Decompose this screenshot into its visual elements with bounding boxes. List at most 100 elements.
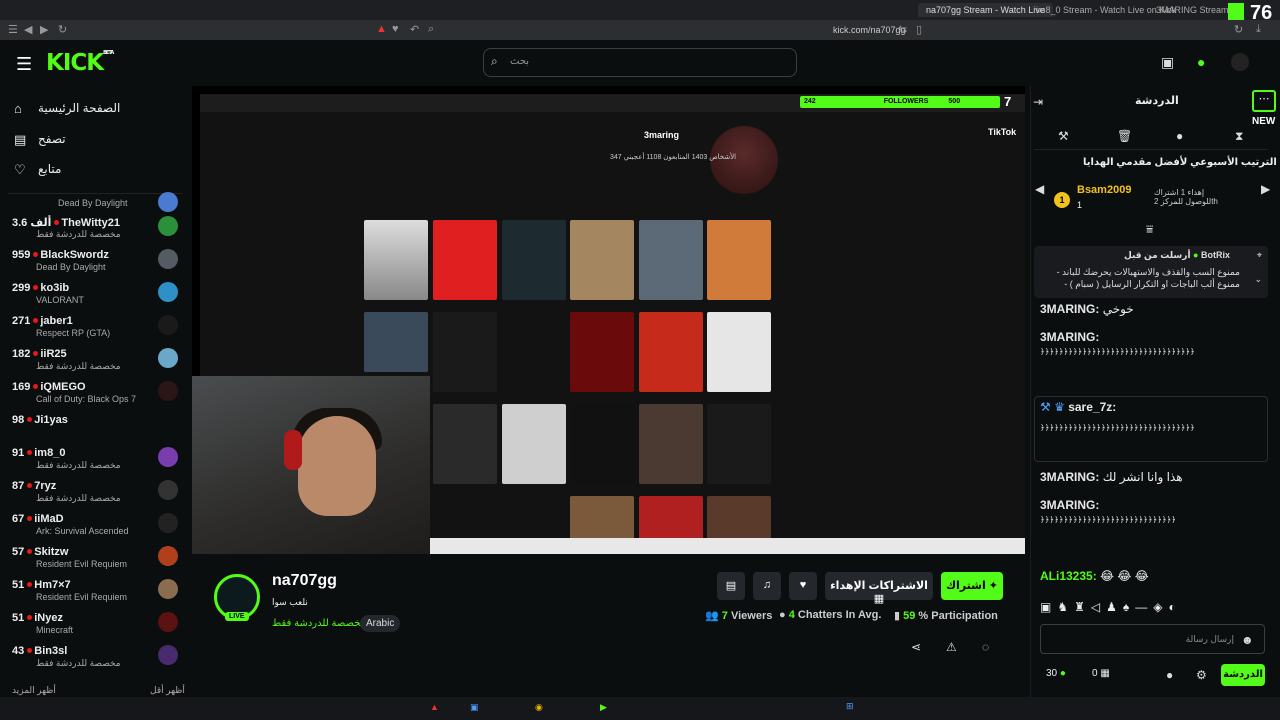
gift-counter[interactable]: 0 ▦: [1092, 668, 1110, 679]
user-avatar[interactable]: [1231, 53, 1249, 71]
chat-send-button[interactable]: الدردشة: [1221, 664, 1265, 686]
channel-avatar: [158, 645, 178, 665]
channel-avatar: [158, 315, 178, 335]
channel-item[interactable]: 182 iiR25 مخصصة للدردشة فقط: [12, 348, 182, 378]
live-dot-icon: [27, 648, 33, 653]
channel-item[interactable]: 91 im8_0 مخصصة للدردشة فقط: [12, 447, 182, 477]
pinned-text: ممنوع السب والقذف والاستهبالات يحرضك للب…: [1056, 267, 1240, 292]
show-less-link[interactable]: أظهر أقل: [150, 685, 185, 696]
share-icon[interactable]: ⋖: [911, 640, 921, 654]
overlay-k: 7: [1004, 94, 1012, 109]
notification-button[interactable]: ♫: [753, 572, 781, 600]
points-icon: ●: [1059, 668, 1066, 679]
mod-tools-icon[interactable]: ⚒: [1058, 129, 1069, 143]
chat-input[interactable]: إرسال رسالة: [1040, 624, 1265, 654]
language-tag[interactable]: Arabic: [360, 615, 401, 632]
tiktok-profile-stats: 347 الأشخاص 1403 المتابعون 1108 أعجبني: [610, 154, 737, 161]
live-badge: LIVE: [225, 612, 249, 621]
report-icon[interactable]: ⚠: [946, 640, 957, 654]
trash-icon[interactable]: 🗑: [1117, 129, 1132, 143]
channel-item[interactable]: 51 iNyez Minecraft: [12, 612, 182, 642]
gift-subs-button[interactable]: الاشتراكات الإهداء ▦: [825, 572, 933, 605]
channel-item[interactable]: 57 Skitzw Resident Evil Requiem: [12, 546, 182, 576]
channel-item[interactable]: 51 Hm7×7 Resident Evil Requiem: [12, 579, 182, 609]
chrome-icon[interactable]: ◉: [535, 702, 543, 713]
refresh-icon[interactable]: ↻: [1234, 23, 1243, 36]
followers-goal-bar: 242 FOLLOWERS 500: [800, 96, 1000, 108]
hide-icon[interactable]: ◌: [982, 640, 989, 654]
subscribe-button[interactable]: اشتراك ✦: [941, 572, 1003, 600]
pin-icon[interactable]: ⌖: [1257, 250, 1262, 261]
clip-button[interactable]: ▤: [717, 572, 745, 600]
headset: [284, 430, 302, 470]
channel-item[interactable]: 3.6 ألف TheWitty21 مخصصة للدردشة فقط: [12, 216, 182, 246]
back-icon[interactable]: ◀: [24, 23, 32, 36]
search-input[interactable]: بحث: [483, 48, 797, 77]
kick-coin-icon[interactable]: ●: [1197, 54, 1205, 70]
channel-item[interactable]: 43 Bin3sl مخصصة للدردشة فقط: [12, 645, 182, 675]
channel-avatar: [158, 249, 178, 269]
heart-icon[interactable]: ♥: [392, 23, 399, 35]
find-icon[interactable]: ⌕: [428, 23, 434, 36]
shield-icon[interactable]: ▲: [376, 23, 387, 35]
brave-icon[interactable]: ▲: [430, 702, 439, 712]
forward-icon[interactable]: ▶: [40, 23, 48, 36]
chat-settings-bubble-icon[interactable]: ●: [1166, 668, 1173, 682]
play-icon[interactable]: ▶: [600, 702, 607, 713]
channel-item[interactable]: 87 7ryz مخصصة للدردشة فقط: [12, 480, 182, 510]
live-dot-icon: [33, 384, 39, 389]
cast-icon[interactable]: ▣: [1161, 54, 1174, 71]
follow-button[interactable]: ♥: [789, 572, 817, 600]
collapse-chat-icon[interactable]: ⇥: [1033, 95, 1043, 109]
channel-avatar: [158, 579, 178, 599]
hamburger-menu-icon[interactable]: ☰: [16, 54, 32, 75]
channel-item[interactable]: 959 BlackSwordz Dead By Daylight: [12, 249, 182, 279]
channel-item[interactable]: 98 Ji1yas: [12, 414, 182, 444]
gifter-rank-badge: 1: [1054, 192, 1070, 208]
channel-name[interactable]: na707gg: [272, 572, 337, 590]
channel-item[interactable]: 67 iiMaD Ark: Survival Ascended: [12, 513, 182, 543]
channel-item[interactable]: 271 jaber1 Respect RP (GTA): [12, 315, 182, 345]
channel-item[interactable]: 169 iQMEGO Call of Duty: Black Ops 7: [12, 381, 182, 411]
live-dot-icon: [27, 615, 33, 620]
reload-icon[interactable]: ↻: [58, 23, 67, 36]
show-more-link[interactable]: أظهر المزيد: [12, 685, 56, 696]
chevron-left-icon[interactable]: ◀: [1035, 182, 1044, 196]
chat-menu-button[interactable]: ⋯: [1252, 90, 1276, 112]
live-dot-icon: [33, 351, 39, 356]
channel-avatar: [158, 447, 178, 467]
channel-item[interactable]: 299 ko3ib VALORANT: [12, 282, 182, 312]
gift-icon: ▦: [1100, 668, 1110, 679]
download-icon[interactable]: ⤓: [1256, 23, 1261, 36]
bookmark-icon[interactable]: ▯: [916, 23, 922, 36]
viewers-stat: 👥 7 Viewers: [705, 610, 773, 622]
live-dot-icon: [27, 516, 33, 521]
gifter-hint: إهداء 1 اشتراك للوصول للمركز 2th: [1154, 188, 1218, 206]
channel-avatar: [158, 282, 178, 302]
folder-icon[interactable]: ▣: [470, 702, 479, 713]
share-icon[interactable]: ⇆: [898, 23, 907, 36]
kick-logo[interactable]: KICKBETA: [46, 50, 114, 76]
sidebar-toggle-icon[interactable]: ☰: [8, 23, 18, 36]
windows-icon[interactable]: ⊞: [846, 701, 854, 712]
stream-category[interactable]: مخصصة للدردشة فقط: [272, 618, 366, 629]
address-bar[interactable]: kick.com/na707gg: [833, 25, 906, 35]
top-gifter-name[interactable]: Bsam2009: [1077, 184, 1131, 196]
tab-3maring[interactable]: 3MARING Stream - Watch: [1148, 3, 1228, 17]
gear-icon[interactable]: ⚙: [1196, 668, 1207, 682]
chevron-right-icon[interactable]: ▶: [1261, 182, 1270, 196]
chevron-down-icon[interactable]: ⌄: [1254, 274, 1262, 285]
live-dot-icon: [27, 549, 33, 554]
channel-points[interactable]: 30 ●: [1046, 668, 1066, 679]
search-icon[interactable]: ⌕: [491, 54, 498, 69]
undo-icon[interactable]: ↶: [410, 23, 419, 36]
chatters-stat: ● 4 Chatters In Avg.: [779, 609, 882, 621]
pinned-header: أرسلت من قبل ● BotRix: [1123, 250, 1230, 260]
chat-bubble-icon[interactable]: ●: [1176, 129, 1183, 143]
emoji-icon[interactable]: ☻: [1241, 633, 1254, 647]
hourglass-icon[interactable]: ⧗: [1235, 129, 1243, 144]
expand-icon[interactable]: ⩸: [1146, 222, 1153, 237]
emote-bar[interactable]: ▣♞♜◁♟♠—◈◐: [1040, 600, 1182, 614]
chat-message: 3MARING: ﴿﴿﴿﴿﴿﴿﴿﴿﴿﴿﴿﴿﴿﴿﴿﴿﴿﴿﴿﴿﴿﴿﴿﴿﴿﴿﴿﴿﴿: [1040, 498, 1176, 524]
tiktok-label: TikTok: [988, 127, 1017, 137]
